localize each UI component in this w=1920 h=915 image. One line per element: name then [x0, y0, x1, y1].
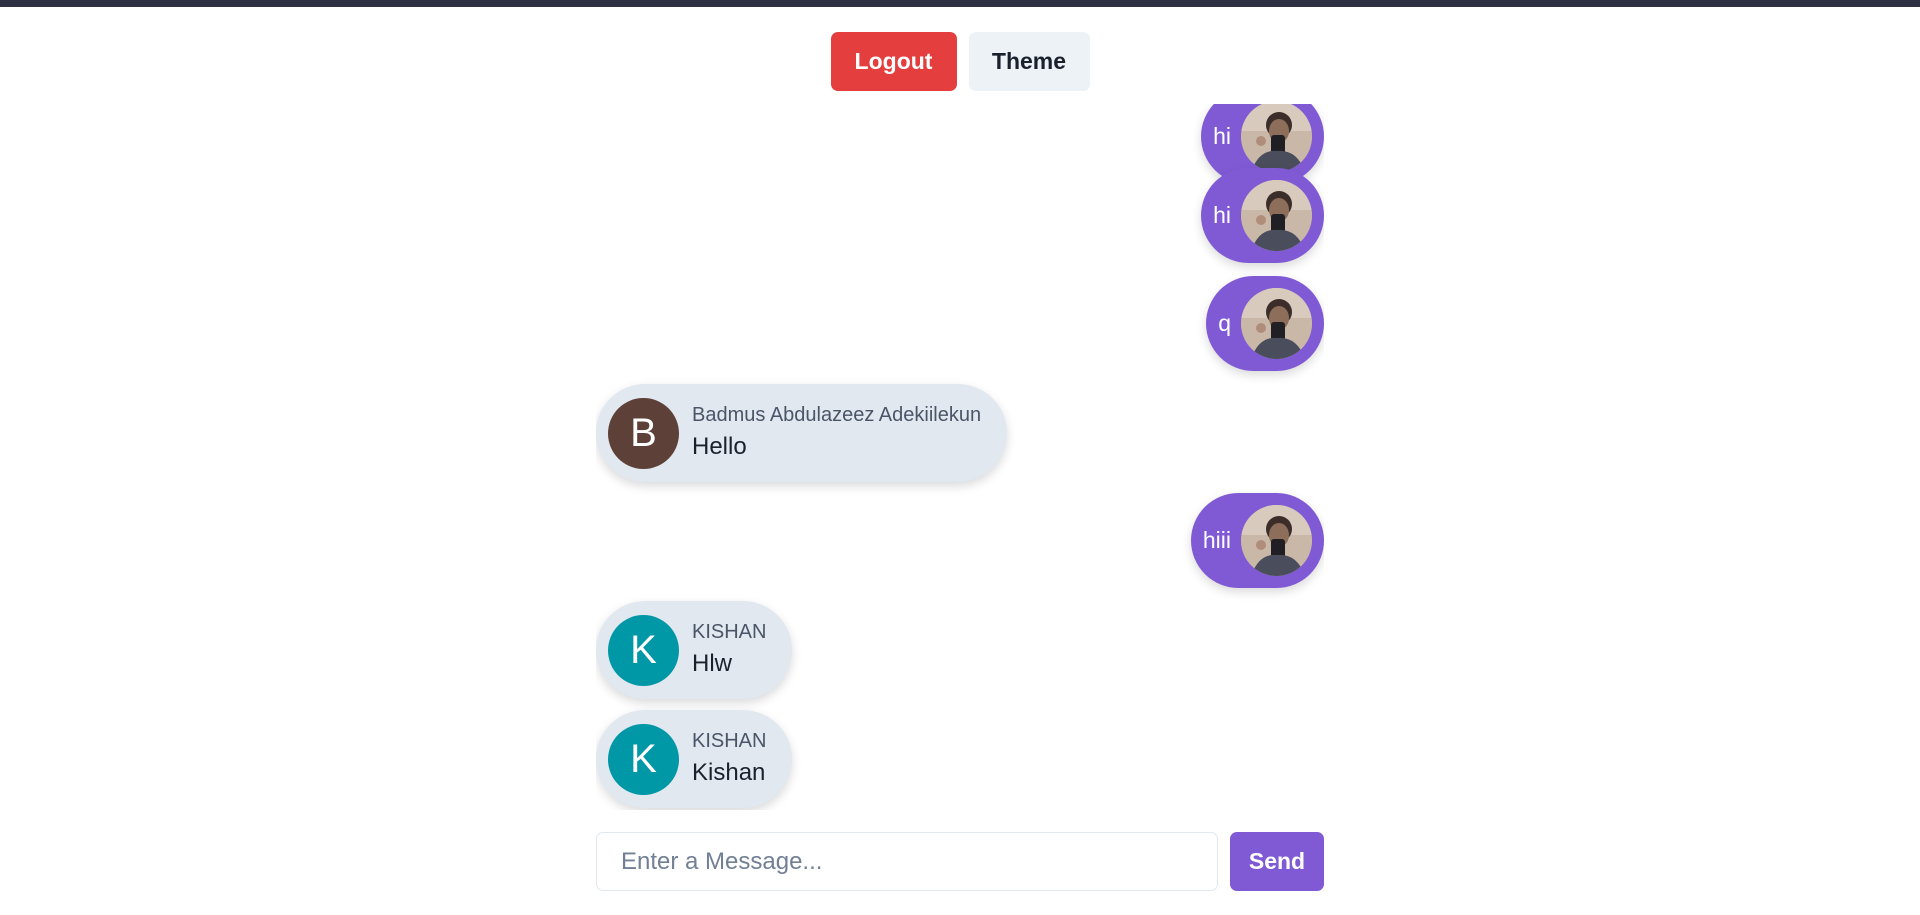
chat-messages[interactable]: hi hi q B Badmus Abdulazeez Adekiilekun … — [596, 104, 1324, 810]
user-photo-icon — [1241, 505, 1312, 576]
message-input[interactable] — [596, 832, 1218, 891]
theme-button[interactable]: Theme — [968, 32, 1090, 91]
top-bar — [0, 0, 1920, 7]
avatar: K — [608, 723, 679, 795]
received-message: K KISHAN Hlw — [596, 601, 793, 699]
message-text: hi — [1213, 202, 1231, 228]
sender-name: KISHAN — [692, 730, 767, 752]
message-text: hi — [1213, 123, 1231, 149]
received-message: B Badmus Abdulazeez Adekiilekun Hello — [596, 384, 1008, 482]
sender-name: Badmus Abdulazeez Adekiilekun — [692, 404, 982, 426]
message-text: hiii — [1202, 527, 1231, 553]
user-photo-icon — [1241, 180, 1312, 251]
avatar: B — [608, 397, 679, 469]
message-body: KISHAN Kishan — [692, 727, 766, 791]
header-actions: Logout Theme — [0, 32, 1920, 91]
sender-name: KISHAN — [692, 621, 767, 643]
logout-button[interactable]: Logout — [830, 32, 957, 91]
sent-message: hiii — [1190, 493, 1324, 588]
message-text: Hello — [692, 433, 747, 460]
received-message: K KISHAN Kishan — [596, 710, 793, 808]
sent-message: q — [1206, 276, 1324, 371]
sent-message: hi — [1201, 168, 1324, 263]
message-text: Kishan — [692, 759, 766, 786]
message-text: Hlw — [692, 650, 732, 677]
message-text: q — [1218, 310, 1231, 336]
avatar: K — [608, 614, 679, 686]
send-button[interactable]: Send — [1230, 832, 1324, 891]
user-photo-icon — [1241, 104, 1312, 172]
user-photo-icon — [1241, 288, 1312, 359]
message-body: Badmus Abdulazeez Adekiilekun Hello — [692, 401, 981, 465]
message-body: KISHAN Hlw — [692, 618, 766, 682]
message-composer: Send — [596, 832, 1324, 891]
